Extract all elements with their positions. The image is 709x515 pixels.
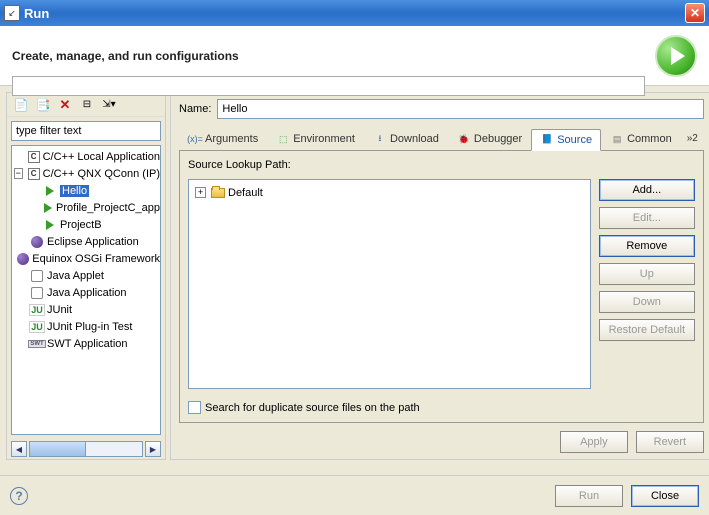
up-button[interactable]: Up: [599, 263, 695, 285]
tree-item-equinox[interactable]: Equinox OSGi Framework: [12, 250, 160, 267]
tab-environment[interactable]: ⬚ Environment: [267, 128, 364, 150]
add-button[interactable]: Add...: [599, 179, 695, 201]
debugger-icon: 🐞: [457, 132, 471, 146]
tree-item-junit-plugin[interactable]: JU JUnit Plug-in Test: [12, 318, 160, 335]
source-icon: 📘: [540, 133, 554, 147]
delete-config-button[interactable]: ✕: [55, 95, 75, 115]
name-input[interactable]: [217, 99, 703, 119]
window-icon: ↙: [4, 5, 20, 21]
tab-source[interactable]: 📘 Source: [531, 129, 601, 151]
source-tabpage: Source Lookup Path: + Default Add... Edi…: [179, 151, 704, 423]
remove-button[interactable]: Remove: [599, 235, 695, 257]
eclipse-icon: [17, 253, 29, 265]
lookup-item-default[interactable]: + Default: [193, 184, 586, 201]
down-button[interactable]: Down: [599, 291, 695, 313]
name-label: Name:: [179, 103, 211, 115]
titlebar: ↙ Run ✕: [0, 0, 709, 26]
folder-icon: [211, 188, 225, 198]
environment-icon: ⬚: [276, 132, 290, 146]
java-icon: [31, 270, 43, 282]
revert-button[interactable]: Revert: [636, 431, 704, 453]
search-duplicates-checkbox[interactable]: [188, 401, 201, 414]
tree-item-hello[interactable]: Hello: [12, 182, 160, 199]
apply-button[interactable]: Apply: [560, 431, 628, 453]
new-config-button[interactable]: 📄: [11, 95, 31, 115]
expand-icon[interactable]: +: [195, 187, 206, 198]
tree-item-java-applet[interactable]: Java Applet: [12, 267, 160, 284]
tree-item-projectb[interactable]: ProjectB: [12, 216, 160, 233]
scroll-right-button[interactable]: ▶: [145, 441, 161, 457]
tree-hscrollbar[interactable]: ◀ ▶: [7, 439, 165, 459]
tree-item-cpp-qnx[interactable]: − C C/C++ QNX QConn (IP): [12, 165, 160, 182]
tab-arguments[interactable]: (x)= Arguments: [179, 128, 267, 150]
play-glyph-icon: [671, 47, 685, 65]
junit-icon: JU: [29, 321, 45, 333]
restore-default-button[interactable]: Restore Default: [599, 319, 695, 341]
junit-icon: JU: [29, 304, 45, 316]
filter-dropdown-button[interactable]: ⇲▾: [99, 95, 119, 115]
config-toolbar: 📄 📑 ✕ ⊟ ⇲▾: [7, 93, 165, 117]
filter-input[interactable]: [11, 121, 161, 141]
config-tree[interactable]: C C/C++ Local Application − C C/C++ QNX …: [11, 145, 161, 435]
run-icon: [655, 35, 697, 77]
tree-item-java-app[interactable]: Java Application: [12, 284, 160, 301]
left-panel: 📄 📑 ✕ ⊟ ⇲▾ C C/C++ Local Application − C…: [6, 92, 166, 460]
eclipse-icon: [31, 236, 43, 248]
scroll-left-button[interactable]: ◀: [11, 441, 27, 457]
arguments-icon: (x)=: [188, 132, 202, 146]
header-description-area: [12, 76, 645, 96]
tab-common[interactable]: ▤ Common: [601, 128, 681, 150]
edit-button[interactable]: Edit...: [599, 207, 695, 229]
tree-item-eclipse[interactable]: Eclipse Application: [12, 233, 160, 250]
java-icon: [31, 287, 43, 299]
tree-item-profile[interactable]: Profile_ProjectC_app: [12, 199, 160, 216]
right-panel: Name: (x)= Arguments ⬚ Environment ⭳ Dow…: [170, 92, 709, 460]
tree-item-swt[interactable]: SWT SWT Application: [12, 335, 160, 352]
search-duplicates-label: Search for duplicate source files on the…: [205, 402, 420, 414]
tab-debugger[interactable]: 🐞 Debugger: [448, 128, 531, 150]
common-icon: ▤: [610, 132, 624, 146]
launch-icon: [46, 220, 54, 230]
launch-icon: [46, 186, 54, 196]
lookup-path-tree[interactable]: + Default: [188, 179, 591, 389]
tree-item-junit[interactable]: JU JUnit: [12, 301, 160, 318]
scroll-track[interactable]: [29, 441, 143, 457]
swt-icon: SWT: [28, 340, 45, 348]
collapse-all-button[interactable]: ⊟: [77, 95, 97, 115]
window-title: Run: [24, 6, 49, 21]
window-close-button[interactable]: ✕: [685, 3, 705, 23]
collapse-icon[interactable]: −: [14, 168, 23, 179]
download-icon: ⭳: [373, 132, 387, 146]
help-button[interactable]: ?: [10, 487, 28, 505]
header-title: Create, manage, and run configurations: [12, 49, 239, 63]
scroll-thumb[interactable]: [30, 442, 86, 456]
config-tabstrip: (x)= Arguments ⬚ Environment ⭳ Download …: [179, 127, 704, 151]
launch-icon: [44, 203, 52, 213]
tree-item-cpp-local[interactable]: C C/C++ Local Application: [12, 148, 160, 165]
footer: ? Run Close: [0, 475, 709, 515]
duplicate-config-button[interactable]: 📑: [33, 95, 53, 115]
header: Create, manage, and run configurations: [0, 26, 709, 86]
tab-overflow-button[interactable]: »2: [681, 131, 704, 146]
close-button[interactable]: Close: [631, 485, 699, 507]
tab-download[interactable]: ⭳ Download: [364, 128, 448, 150]
lookup-path-label: Source Lookup Path:: [188, 159, 695, 171]
run-button[interactable]: Run: [555, 485, 623, 507]
